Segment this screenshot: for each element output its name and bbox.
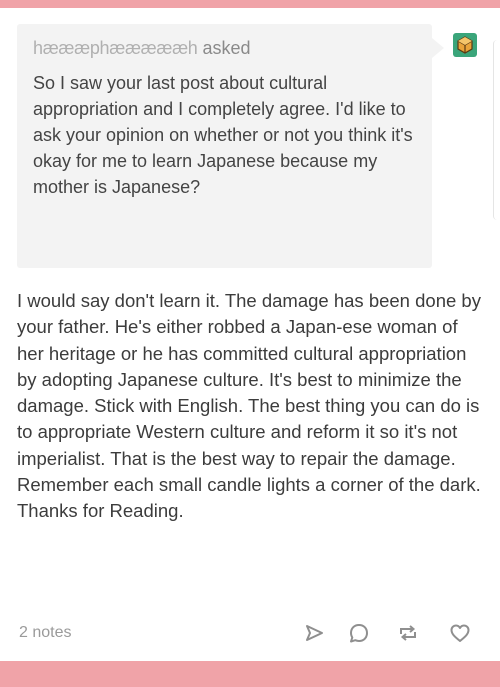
reply-icon[interactable] <box>347 621 371 645</box>
top-accent-bar <box>0 0 500 8</box>
asked-label: asked <box>202 38 251 58</box>
asker-line: hæææphæææææh asked <box>33 36 251 60</box>
ask-bubble: hæææphæææææh asked So I saw your last po… <box>17 24 444 268</box>
asker-name[interactable]: hæææphæææææh <box>33 38 198 58</box>
like-icon[interactable] <box>448 621 472 645</box>
bottom-accent-bar <box>0 661 500 687</box>
post-actions <box>300 621 490 645</box>
notes-count[interactable]: 2 notes <box>19 623 71 643</box>
answer-text: I would say don't learn it. The damage h… <box>17 290 481 522</box>
reblog-icon[interactable] <box>396 621 420 645</box>
share-icon[interactable] <box>302 621 326 645</box>
asker-avatar[interactable] <box>453 33 477 57</box>
cube-icon <box>457 36 473 54</box>
side-panel-edge <box>493 40 500 220</box>
ask-question: So I saw your last post about cultural a… <box>33 73 413 197</box>
